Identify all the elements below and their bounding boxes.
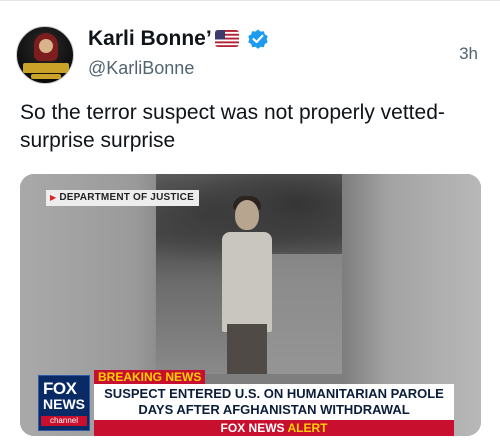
author-name[interactable]: Karli Bonne’: [88, 26, 212, 52]
post-text: So the terror suspect was not properly v…: [20, 101, 445, 152]
fox-news-logo: FOX NEWS channel: [38, 375, 90, 431]
breaking-news-label: BREAKING NEWS: [94, 370, 206, 384]
alert-word: ALERT: [287, 421, 328, 435]
verified-badge-icon: [248, 29, 268, 49]
source-tag: ▶ DEPARTMENT OF JUSTICE: [46, 190, 199, 206]
news-headline: SUSPECT ENTERED U.S. ON HUMANITARIAN PAR…: [94, 384, 454, 420]
top-divider: [0, 0, 500, 1]
author-handle[interactable]: @KarliBonne: [88, 58, 194, 79]
alert-bar: FOX NEWS ALERT: [94, 420, 454, 436]
play-arrow-icon: ▶: [50, 193, 57, 202]
headline-line-2: DAYS AFTER AFGHANISTAN WITHDRAWAL: [138, 402, 410, 417]
us-flag-icon: [215, 30, 239, 47]
headline-line-1: SUSPECT ENTERED U.S. ON HUMANITARIAN PAR…: [104, 386, 444, 401]
post-timestamp[interactable]: 3h: [459, 44, 478, 64]
alert-prefix: FOX NEWS: [220, 421, 285, 435]
avatar[interactable]: [16, 26, 74, 84]
post-media-image[interactable]: ▶ DEPARTMENT OF JUSTICE FOX NEWS channel …: [20, 174, 481, 436]
